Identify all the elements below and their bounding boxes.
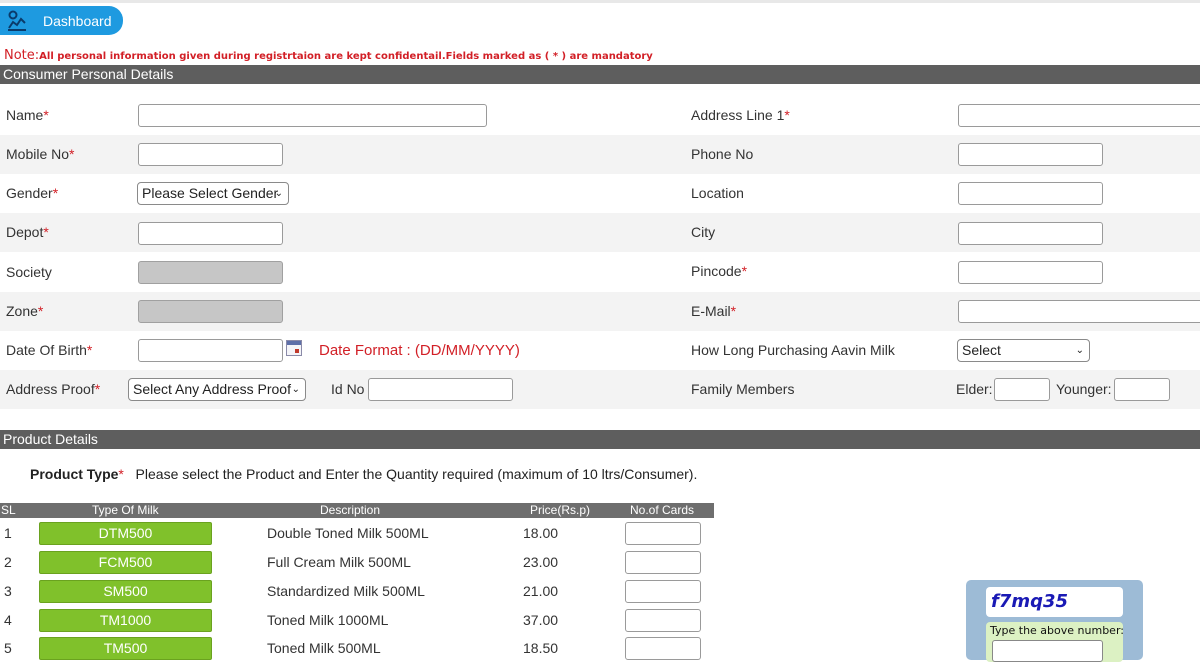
calendar-icon[interactable] xyxy=(286,340,302,356)
captcha-input[interactable] xyxy=(992,640,1103,662)
how-long-select[interactable]: Select ⌄ xyxy=(957,339,1090,362)
zone-label: Zone* xyxy=(6,303,44,319)
city-input[interactable] xyxy=(958,222,1103,245)
phone-input[interactable] xyxy=(958,143,1103,166)
address-line1-label: Address Line 1* xyxy=(691,107,790,123)
dashboard-chart-icon xyxy=(8,10,26,31)
product-table-header: SL Type Of Milk Description Price(Rs.p) … xyxy=(0,503,714,518)
form-row: Gender* Please Select Gender ⌄ Location xyxy=(0,174,1200,213)
name-input[interactable] xyxy=(138,104,487,127)
how-long-label: How Long Purchasing Aavin Milk xyxy=(691,342,895,358)
form-row: Society Pincode* xyxy=(0,252,1200,291)
chevron-down-icon: ⌄ xyxy=(1075,345,1084,356)
depot-input[interactable] xyxy=(138,222,283,245)
product-type-line: Product Type* Please select the Product … xyxy=(30,466,698,482)
depot-label: Depot* xyxy=(6,224,49,240)
table-row: 2 FCM500 Full Cream Milk 500ML 23.00 xyxy=(0,548,714,577)
section-product-details: Product Details xyxy=(0,430,1200,449)
captcha-entry-box: Type the above number: xyxy=(986,622,1124,662)
id-no-label: Id No xyxy=(331,381,365,397)
mobile-label: Mobile No* xyxy=(6,146,75,162)
pincode-input[interactable] xyxy=(958,261,1103,284)
form-row: Date Of Birth* Date Format : (DD/MM/YYYY… xyxy=(0,331,1200,370)
table-row: 1 DTM500 Double Toned Milk 500ML 18.00 xyxy=(0,519,714,548)
form-row: Address Proof* Select Any Address Proof ⌄… xyxy=(0,370,1200,409)
cards-input[interactable] xyxy=(625,609,701,632)
younger-input[interactable] xyxy=(1114,378,1170,401)
address-proof-label: Address Proof* xyxy=(6,381,101,397)
product-instruction: Please select the Product and Enter the … xyxy=(135,466,698,482)
location-input[interactable] xyxy=(958,182,1103,205)
col-price: Price(Rs.p) xyxy=(530,503,591,517)
form-row: Name* Address Line 1* xyxy=(0,96,1200,135)
younger-label: Younger: xyxy=(1056,381,1112,397)
cards-input[interactable] xyxy=(625,551,701,574)
address-proof-select[interactable]: Select Any Address Proof ⌄ xyxy=(128,378,306,401)
dashboard-label: Dashboard xyxy=(43,12,112,29)
milk-type-button[interactable]: FCM500 xyxy=(39,551,212,574)
form-row: Mobile No* Phone No xyxy=(0,135,1200,174)
zone-input xyxy=(138,300,283,323)
society-input xyxy=(138,261,283,284)
section-personal-details: Consumer Personal Details xyxy=(0,65,1200,84)
mobile-input[interactable] xyxy=(138,143,283,166)
form-row: Depot* City xyxy=(0,213,1200,252)
captcha-prompt: Type the above number: xyxy=(990,624,1124,637)
name-label: Name* xyxy=(6,107,49,123)
table-row: 4 TM1000 Toned Milk 1000ML 37.00 xyxy=(0,606,714,635)
chevron-down-icon: ⌄ xyxy=(291,384,300,395)
milk-type-button[interactable]: TM1000 xyxy=(39,609,212,632)
table-row: 3 SM500 Standardized Milk 500ML 21.00 xyxy=(0,577,714,606)
milk-type-button[interactable]: TM500 xyxy=(39,637,212,660)
email-label: E-Mail* xyxy=(691,303,737,319)
col-description: Description xyxy=(320,503,381,517)
note-body: All personal information given during re… xyxy=(39,51,653,62)
location-label: Location xyxy=(691,185,744,201)
dob-input[interactable] xyxy=(138,339,283,362)
cards-input[interactable] xyxy=(625,580,701,603)
cards-input[interactable] xyxy=(625,522,701,545)
form-row: Zone* E-Mail* xyxy=(0,292,1200,331)
col-sl: SL xyxy=(1,503,16,517)
id-no-input[interactable] xyxy=(368,378,513,401)
top-border xyxy=(0,0,1200,3)
elder-label: Elder: xyxy=(956,381,993,397)
dashboard-button[interactable]: Dashboard xyxy=(0,6,123,35)
family-members-label: Family Members xyxy=(691,381,795,397)
gender-select[interactable]: Please Select Gender ⌄ xyxy=(137,182,289,205)
captcha-panel: f7mq35 Type the above number: xyxy=(966,580,1143,662)
table-row: 5 TM500 Toned Milk 500ML 18.50 xyxy=(0,634,714,663)
col-cards: No.of Cards xyxy=(630,503,695,517)
captcha-code: f7mq35 xyxy=(986,587,1123,617)
elder-input[interactable] xyxy=(994,378,1050,401)
city-label: City xyxy=(691,224,716,240)
milk-type-button[interactable]: DTM500 xyxy=(39,522,212,545)
date-format-hint: Date Format : (DD/MM/YYYY) xyxy=(319,342,520,359)
cards-input[interactable] xyxy=(625,637,701,660)
col-type: Type Of Milk xyxy=(92,503,159,517)
phone-label: Phone No xyxy=(691,146,754,162)
note-text: Note:All personal information given duri… xyxy=(4,48,653,63)
chevron-down-icon: ⌄ xyxy=(274,188,283,199)
dob-label: Date Of Birth* xyxy=(6,342,93,358)
society-label: Society xyxy=(6,264,52,280)
pincode-label: Pincode* xyxy=(691,263,748,279)
address-line1-input[interactable] xyxy=(958,104,1200,127)
product-type-label: Product Type xyxy=(30,466,119,482)
note-label: Note: xyxy=(4,48,40,63)
email-input[interactable] xyxy=(958,300,1200,323)
milk-type-button[interactable]: SM500 xyxy=(39,580,212,603)
gender-label: Gender* xyxy=(6,185,59,201)
